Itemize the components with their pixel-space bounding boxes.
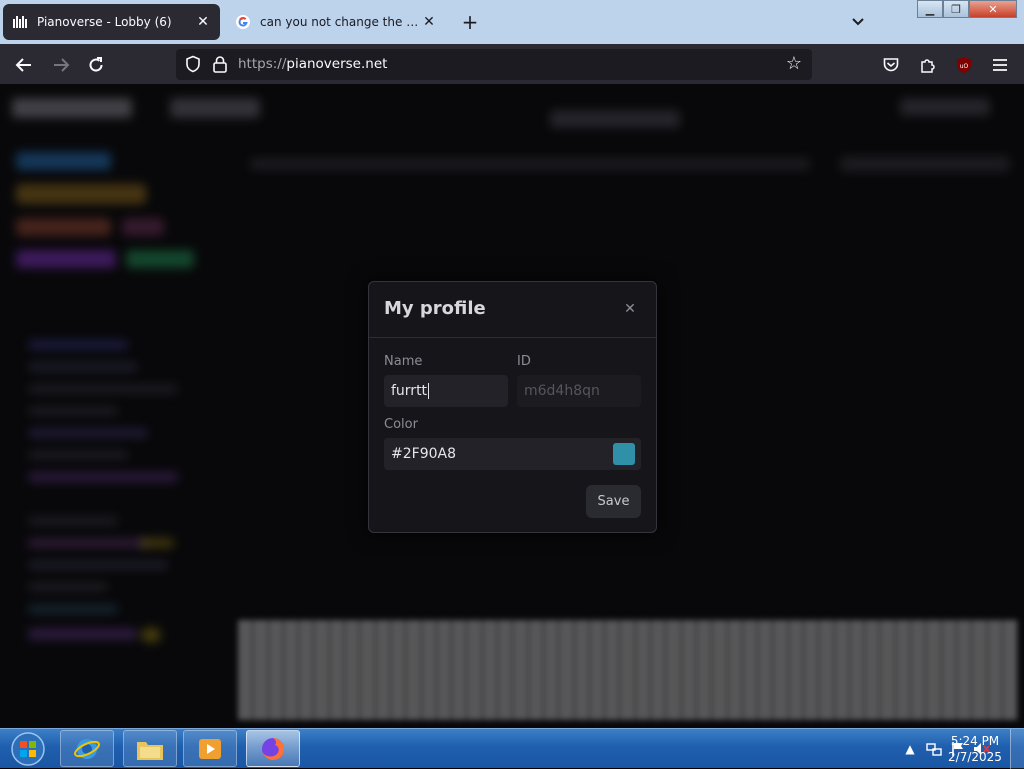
chat-line-blurred	[28, 582, 108, 592]
window-close-icon[interactable]: ✕	[969, 0, 1017, 18]
user-entry-blurred	[16, 152, 111, 170]
app-logo-blurred	[12, 98, 132, 118]
pocket-icon[interactable]	[878, 52, 904, 78]
user-entry-blurred	[122, 218, 164, 236]
user-entry-blurred	[16, 218, 111, 236]
room-title-blurred	[170, 98, 260, 118]
chat-line-blurred	[28, 560, 168, 570]
back-arrow-icon[interactable]	[11, 52, 37, 78]
chat-line-blurred	[28, 384, 178, 394]
modal-header: My profile ✕	[369, 282, 656, 338]
color-swatch[interactable]	[613, 443, 635, 465]
google-icon	[234, 13, 252, 31]
list-all-tabs-chevron-icon[interactable]	[846, 12, 870, 32]
name-input-value: furrtt	[391, 383, 428, 399]
header-element-blurred	[550, 110, 680, 128]
show-desktop-button[interactable]	[1010, 729, 1024, 769]
show-hidden-icons-arrow-icon[interactable]: ▲	[900, 739, 920, 759]
ublock-origin-icon[interactable]: uO	[951, 52, 977, 78]
forward-arrow-icon[interactable]	[48, 52, 74, 78]
pianoverse-logo-icon	[11, 13, 29, 31]
chat-line-blurred	[28, 516, 118, 526]
color-label: Color	[384, 417, 418, 432]
clock-time: 5:24 PM	[950, 734, 1000, 748]
chat-line-blurred	[28, 472, 178, 482]
name-input[interactable]: furrtt	[384, 375, 508, 407]
chat-line-blurred	[28, 406, 118, 416]
minimize-icon[interactable]: ▁	[917, 0, 943, 18]
user-entry-blurred	[16, 184, 146, 204]
app-menu-hamburger-icon[interactable]	[987, 52, 1013, 78]
tab-title: can you not change the name - Google Sea…	[260, 15, 420, 29]
tab-google-search[interactable]: can you not change the name - Google Sea…	[226, 4, 446, 40]
bookmark-star-icon[interactable]: ☆	[784, 54, 804, 74]
color-input[interactable]: #2F90A8	[384, 438, 641, 470]
tab-close-icon[interactable]: ✕	[194, 13, 212, 31]
save-button[interactable]: Save	[586, 485, 641, 518]
taskbar-clock[interactable]: 5:24 PM 2/7/2025	[940, 733, 1010, 765]
volume-control-blurred	[840, 156, 1010, 172]
profile-modal: My profile ✕ Name ID furrtt m6d4h8qn Col…	[368, 281, 657, 533]
id-label: ID	[517, 354, 531, 369]
window-controls: ▁ ❐ ✕	[917, 0, 1019, 18]
windows-taskbar: ▲ 5:24 PM 2/7/2025	[0, 728, 1024, 769]
tab-title: Pianoverse - Lobby (6)	[37, 15, 172, 29]
toolbar-blurred	[250, 158, 810, 170]
tracking-protection-shield-icon[interactable]	[184, 55, 202, 73]
chat-line-blurred	[28, 340, 128, 350]
tab-pianoverse-lobby[interactable]: Pianoverse - Lobby (6) ✕	[3, 4, 220, 40]
internet-explorer-icon[interactable]	[60, 730, 114, 767]
url-text: https://pianoverse.net	[238, 56, 388, 72]
text-caret	[428, 383, 430, 399]
url-bar[interactable]: https://pianoverse.net ☆	[176, 49, 812, 80]
chat-line-blurred	[142, 628, 160, 642]
file-explorer-folder-icon[interactable]	[123, 730, 177, 767]
firefox-taskbar-icon[interactable]	[246, 730, 300, 767]
svg-text:uO: uO	[960, 63, 969, 70]
clock-date: 2/7/2025	[948, 750, 1002, 764]
name-label: Name	[384, 354, 423, 369]
chat-line-blurred	[140, 538, 174, 548]
extensions-puzzle-icon[interactable]	[915, 52, 941, 78]
id-input[interactable]: m6d4h8qn	[517, 375, 641, 407]
maximize-icon[interactable]: ❐	[943, 0, 969, 18]
chat-line-blurred	[28, 628, 138, 640]
header-icons-blurred	[900, 98, 990, 116]
chat-line-blurred	[28, 362, 138, 372]
user-entry-blurred	[126, 250, 194, 268]
chat-line-blurred	[28, 428, 148, 438]
chat-line-blurred	[28, 604, 118, 614]
tab-close-icon[interactable]: ✕	[420, 13, 438, 31]
piano-keyboard-blurred	[238, 620, 1019, 720]
new-tab-plus-icon[interactable]: +	[458, 10, 482, 34]
browser-tab-bar: Pianoverse - Lobby (6) ✕ can you not cha…	[0, 0, 1024, 44]
media-player-icon[interactable]	[183, 730, 237, 767]
modal-title: My profile	[384, 298, 486, 319]
reload-icon[interactable]	[83, 52, 109, 78]
browser-nav-bar: https://pianoverse.net ☆ uO	[0, 44, 1024, 84]
chat-line-blurred	[28, 538, 148, 548]
lock-icon[interactable]	[212, 55, 228, 73]
windows-start-orb-icon[interactable]	[6, 730, 50, 768]
modal-close-icon[interactable]: ✕	[622, 301, 638, 317]
user-entry-blurred	[16, 250, 116, 268]
chat-line-blurred	[28, 450, 128, 460]
